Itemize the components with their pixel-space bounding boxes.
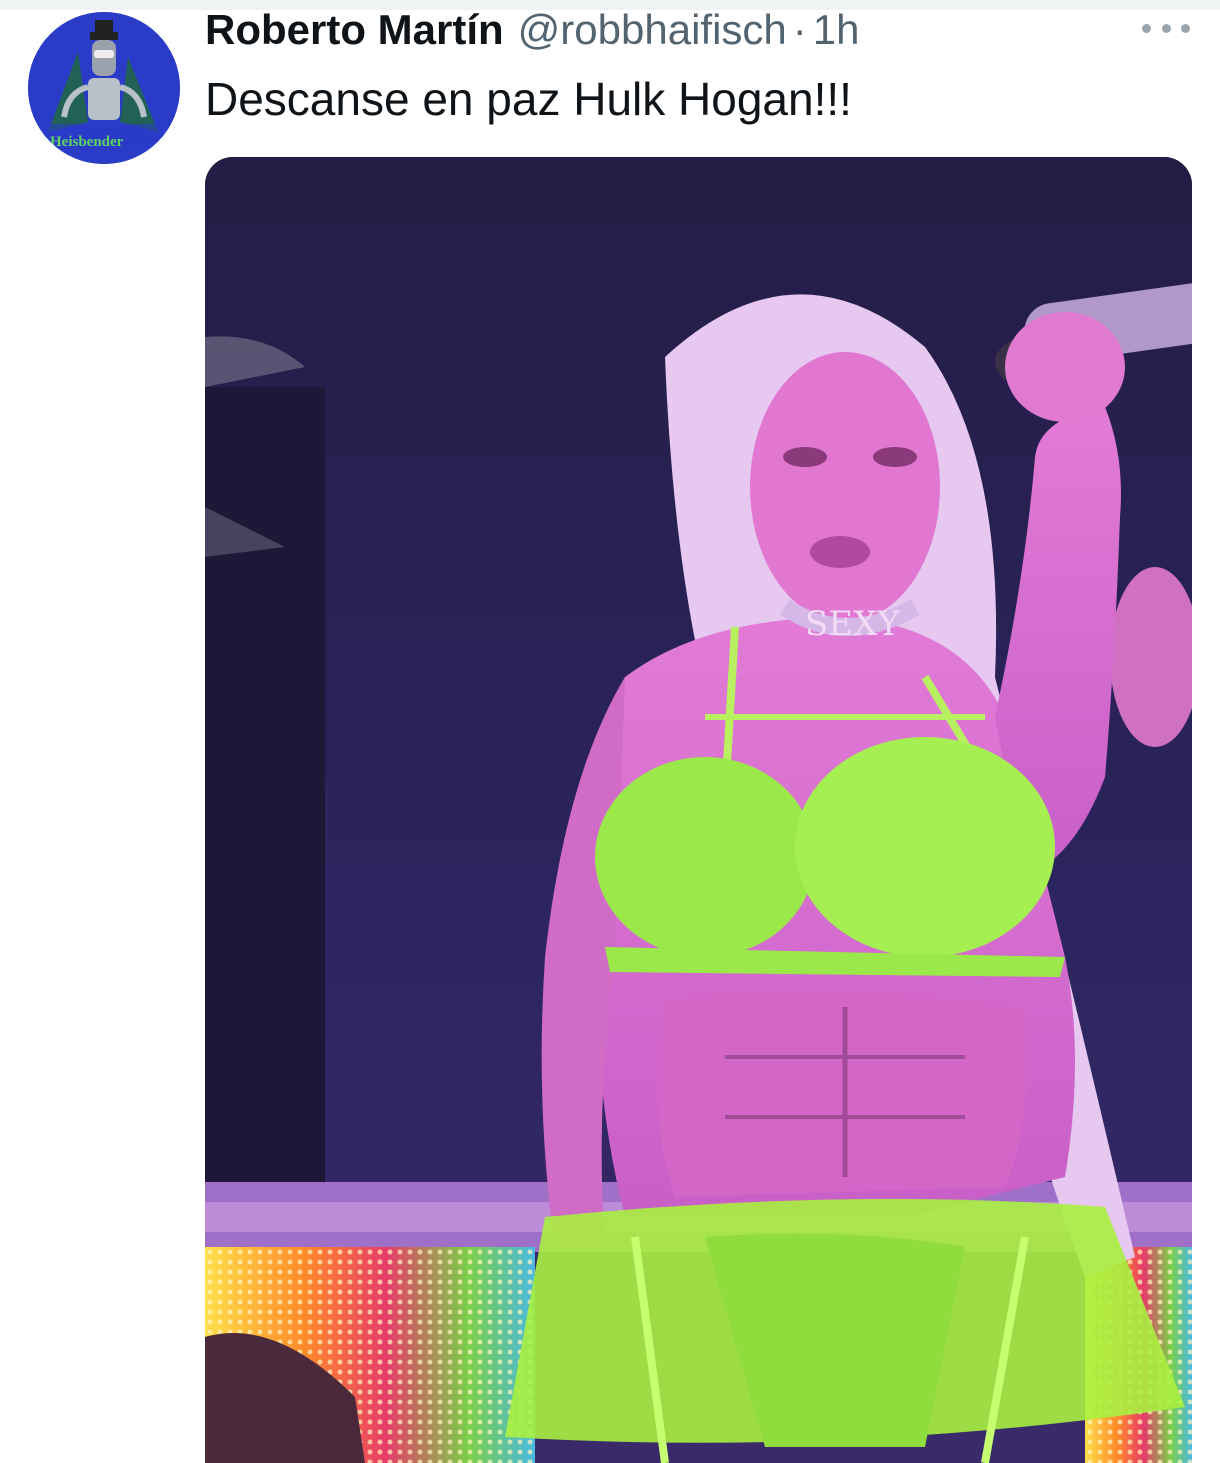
tweet-media-image[interactable]: SEXY: [205, 157, 1192, 1463]
user-handle[interactable]: @robbhaifisch: [518, 6, 787, 54]
avatar[interactable]: Heisbender: [28, 12, 180, 164]
tweet-text: Descanse en paz Hulk Hogan!!!: [205, 73, 852, 125]
dot: [1181, 23, 1190, 33]
tweet-header: Roberto Martín @robbhaifisch · 1h: [205, 6, 859, 56]
more-horizontal-icon[interactable]: [1142, 16, 1190, 40]
timestamp[interactable]: 1h: [813, 6, 860, 54]
avatar-text: Heisbender: [50, 134, 124, 150]
necklace-text: SEXY: [805, 604, 900, 644]
dot: [1161, 23, 1171, 33]
stage-photo: SEXY: [205, 157, 1192, 1463]
dot: [1142, 23, 1151, 33]
separator-dot: ·: [792, 6, 807, 53]
tweet-card[interactable]: Heisbender Roberto Martín @robbhaifisch …: [0, 0, 1220, 1463]
display-name[interactable]: Roberto Martín: [205, 6, 504, 54]
